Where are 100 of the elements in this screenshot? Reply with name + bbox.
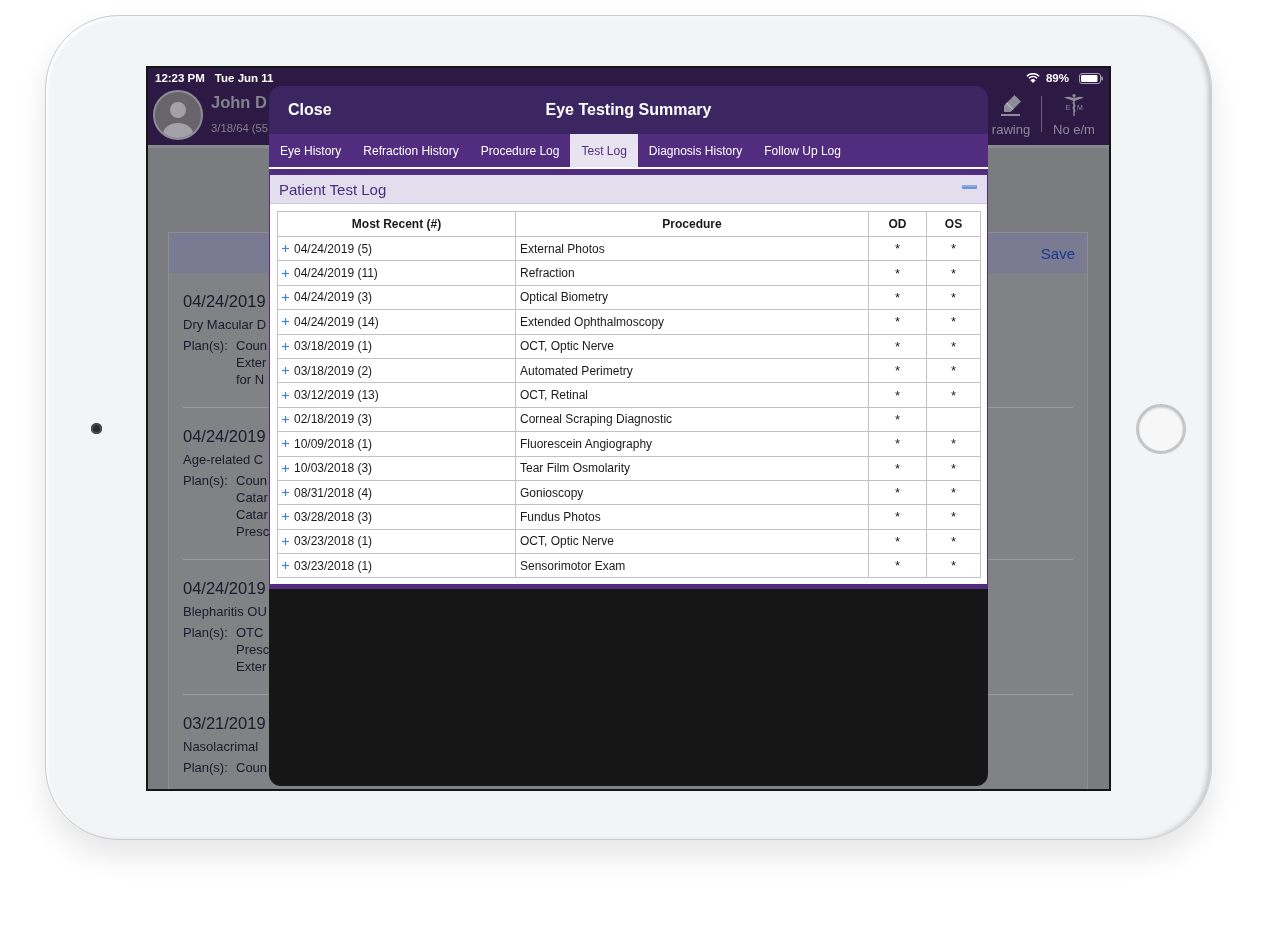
drawing-button[interactable]: rawing bbox=[990, 88, 1032, 145]
table-cell: Tear Film Osmolarity bbox=[515, 456, 869, 481]
plus-icon[interactable] bbox=[282, 342, 289, 350]
table-cell: * bbox=[926, 309, 981, 335]
entry-date: 04/24/2019 bbox=[183, 291, 266, 312]
plan-text: Presc bbox=[236, 641, 270, 658]
table-cell: 03/23/2018 (1) bbox=[294, 558, 373, 573]
table-cell: * bbox=[868, 334, 927, 359]
tab[interactable]: Procedure Log bbox=[469, 134, 571, 167]
table-cell: 10/09/2018 (1) bbox=[294, 436, 373, 451]
table-cell: * bbox=[868, 358, 927, 383]
table-cell: Fluorescein Angiography bbox=[515, 431, 869, 456]
tab[interactable]: Diagnosis History bbox=[637, 134, 754, 167]
column-header: OS bbox=[926, 211, 981, 237]
column-header: Most Recent (#) bbox=[277, 211, 516, 237]
tab[interactable]: Test Log bbox=[570, 134, 638, 167]
table-cell: Sensorimotor Exam bbox=[515, 553, 869, 578]
table-cell: Refraction bbox=[515, 260, 869, 286]
tab[interactable]: Follow Up Log bbox=[753, 134, 852, 167]
table-cell: 02/18/2019 (3) bbox=[294, 412, 373, 427]
plus-icon[interactable] bbox=[282, 367, 289, 375]
tab[interactable]: Refraction History bbox=[352, 134, 470, 167]
plan-text: Coun bbox=[236, 759, 268, 776]
collapse-icon[interactable] bbox=[962, 184, 977, 189]
plus-icon[interactable] bbox=[282, 440, 289, 448]
table-cell: * bbox=[868, 431, 927, 456]
table-cell: * bbox=[926, 553, 981, 578]
table-cell: OCT, Optic Nerve bbox=[515, 334, 869, 359]
table-cell: 03/12/2019 (13) bbox=[294, 388, 379, 403]
table-cell: OCT, Retinal bbox=[515, 382, 869, 408]
plan-text: Exter bbox=[236, 354, 267, 371]
plus-icon[interactable] bbox=[282, 269, 289, 277]
table-cell: 03/28/2018 (3) bbox=[294, 510, 373, 524]
column-header: OD bbox=[868, 211, 927, 237]
table-cell: * bbox=[868, 309, 927, 335]
table-cell: * bbox=[926, 358, 981, 383]
plus-icon[interactable] bbox=[282, 562, 289, 570]
table-cell: 04/24/2019 (3) bbox=[294, 290, 373, 305]
pencil-icon bbox=[1000, 94, 1022, 116]
plan-text: OTC bbox=[236, 624, 264, 641]
table-cell: * bbox=[926, 334, 981, 359]
plus-icon[interactable] bbox=[282, 391, 289, 399]
tab[interactable]: Eye History bbox=[269, 134, 353, 167]
plan-label: Plan(s): bbox=[183, 337, 229, 355]
plan-label: Plan(s): bbox=[183, 472, 229, 490]
table-cell: * bbox=[868, 529, 927, 554]
plan-label: Plan(s): bbox=[183, 624, 229, 642]
plus-icon[interactable] bbox=[282, 489, 289, 497]
panel-title: Patient Test Log bbox=[279, 180, 387, 198]
patient-name: John D bbox=[211, 92, 267, 112]
diagnosis-text: Dry Macular D bbox=[183, 316, 267, 334]
table-cell: * bbox=[926, 382, 981, 408]
plus-icon[interactable] bbox=[282, 464, 289, 472]
plus-icon[interactable] bbox=[282, 318, 289, 326]
patient-dob: 3/18/64 (55 bbox=[211, 121, 269, 135]
entry-date: 04/24/2019 bbox=[183, 426, 266, 447]
column-header: Procedure bbox=[515, 211, 869, 237]
camera-lens-icon bbox=[90, 423, 102, 434]
table-cell: Corneal Scraping Diagnostic bbox=[515, 407, 869, 432]
plus-icon[interactable] bbox=[282, 415, 289, 423]
table-cell: Extended Ophthalmoscopy bbox=[515, 309, 869, 335]
entry-date: 03/21/2019 bbox=[183, 713, 266, 734]
avatar-icon bbox=[153, 90, 203, 140]
diagnosis-text: Age-related C bbox=[183, 451, 264, 469]
close-button[interactable]: Close bbox=[288, 99, 332, 121]
table-cell: Optical Biometry bbox=[515, 285, 869, 310]
plan-text: Catar bbox=[236, 506, 268, 523]
table-cell: * bbox=[926, 504, 981, 530]
wifi-icon bbox=[1025, 73, 1040, 83]
table-cell: * bbox=[868, 285, 927, 310]
table-cell: 04/24/2019 (11) bbox=[294, 266, 378, 281]
table-cell: * bbox=[926, 236, 981, 261]
table-cell: * bbox=[926, 260, 981, 286]
battery-icon bbox=[1079, 72, 1103, 84]
table-cell: * bbox=[868, 236, 927, 261]
table-cell: OCT, Optic Nerve bbox=[515, 529, 869, 554]
table-cell: 03/23/2018 (1) bbox=[294, 534, 373, 549]
plus-icon[interactable] bbox=[282, 537, 289, 545]
plus-icon[interactable] bbox=[282, 293, 289, 301]
table-cell: * bbox=[868, 480, 927, 505]
dialog-title: Eye Testing Summary bbox=[545, 101, 712, 119]
table-cell: 10/03/2018 (3) bbox=[294, 461, 373, 476]
table-cell: External Photos bbox=[515, 236, 869, 261]
table-cell: Gonioscopy bbox=[515, 480, 869, 505]
entry-date: 04/24/2019 bbox=[183, 578, 266, 599]
table-cell: * bbox=[868, 553, 927, 578]
table-cell: * bbox=[868, 504, 927, 530]
diagnosis-text: Blepharitis OU bbox=[183, 603, 267, 621]
table-cell: Fundus Photos bbox=[515, 504, 869, 530]
table-cell: 03/18/2019 (1) bbox=[294, 339, 373, 354]
table-cell: 08/31/2018 (4) bbox=[294, 485, 373, 500]
status-time: 12:23 PM bbox=[155, 72, 205, 84]
table-cell: Automated Perimetry bbox=[515, 358, 869, 383]
table-cell: 04/24/2019 (14) bbox=[294, 314, 379, 329]
plus-icon[interactable] bbox=[282, 513, 289, 521]
plan-text: Coun bbox=[236, 472, 268, 489]
plan-text: Presc bbox=[236, 523, 270, 540]
plus-icon[interactable] bbox=[282, 245, 289, 253]
table-cell: * bbox=[868, 456, 927, 481]
table-cell: 04/24/2019 (5) bbox=[294, 241, 373, 256]
